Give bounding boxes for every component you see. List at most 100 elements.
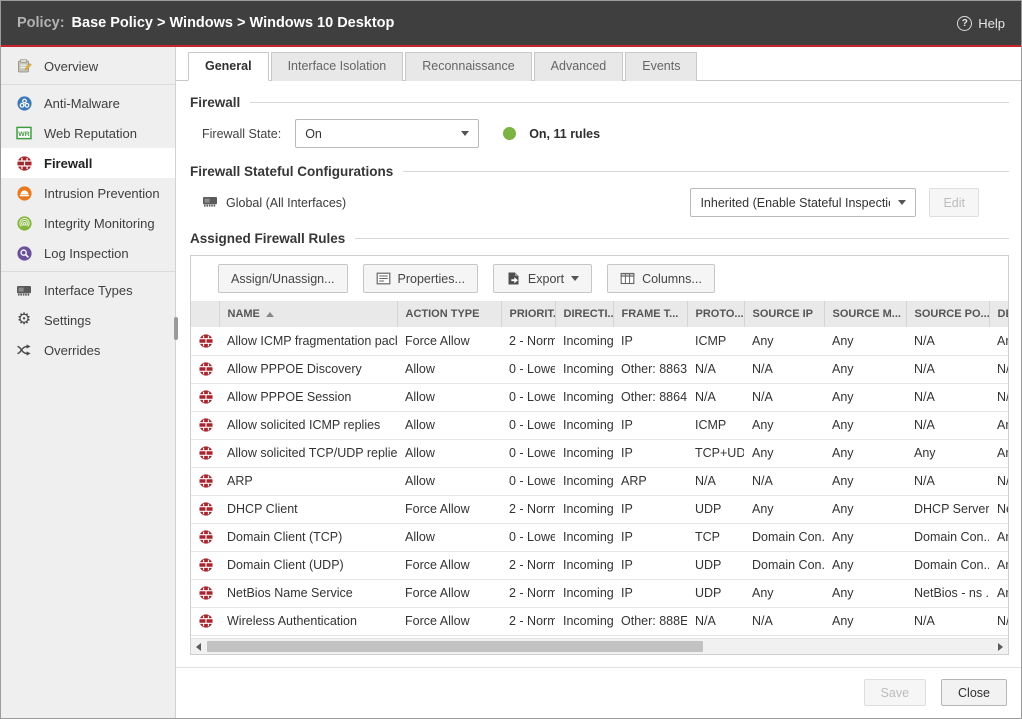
table-row[interactable]: Domain Client (TCP)Allow0 - LowestIncomi…	[191, 523, 1008, 551]
sidebar-resize-handle[interactable]	[174, 317, 178, 340]
col-action-type[interactable]: ACTION TYPE	[397, 301, 501, 327]
help-icon: ?	[957, 16, 972, 31]
col-protocol[interactable]: PROTO...	[687, 301, 744, 327]
help-label: Help	[978, 16, 1005, 31]
close-button[interactable]: Close	[941, 679, 1007, 706]
cell-protocol: TCP	[687, 523, 744, 551]
rules-table: NAME ACTION TYPE PRIORIT... DIRECTI... F…	[191, 301, 1008, 636]
scroll-left-button[interactable]	[191, 639, 206, 654]
section-rule	[355, 238, 1009, 239]
table-row[interactable]: DHCP ClientForce Allow2 - NormalIncoming…	[191, 495, 1008, 523]
col-direction[interactable]: DIRECTI...	[555, 301, 613, 327]
col-name[interactable]: NAME	[219, 301, 397, 327]
cell-protocol: N/A	[687, 355, 744, 383]
cell-direction: Incoming	[555, 579, 613, 607]
firewall-section-heading: Firewall	[190, 95, 1009, 110]
export-icon	[506, 271, 521, 286]
sidebar-item-integrity-monitoring[interactable]: Integrity Monitoring	[1, 208, 175, 238]
table-row[interactable]: Wireless AuthenticationForce Allow2 - No…	[191, 607, 1008, 635]
table-row[interactable]: NetBios Name ServiceForce Allow2 - Norma…	[191, 579, 1008, 607]
integrity-monitoring-icon	[15, 216, 33, 231]
tab-interface-isolation[interactable]: Interface Isolation	[271, 52, 404, 81]
tab-events[interactable]: Events	[625, 52, 697, 81]
cell-frame-type: Other: 8863	[613, 355, 687, 383]
table-row[interactable]: Domain Client (UDP)Force Allow2 - Normal…	[191, 551, 1008, 579]
stateful-config-select[interactable]: Inherited (Enable Stateful Inspection)	[690, 188, 916, 217]
cell-direction: Incoming	[555, 439, 613, 467]
sort-ascending-icon	[266, 312, 274, 317]
sidebar: Overview Anti-Malware Web Reputation Fir…	[1, 47, 176, 718]
tab-general[interactable]: General	[188, 52, 269, 81]
cell-direction: Incoming	[555, 551, 613, 579]
sidebar-item-settings[interactable]: ⚙ Settings	[1, 305, 175, 335]
export-button[interactable]: Export	[493, 264, 592, 293]
scroll-right-button[interactable]	[993, 639, 1008, 654]
cell-name: Domain Client (TCP)	[219, 523, 397, 551]
cell-action-type: Force Allow	[397, 607, 501, 635]
sidebar-item-overrides[interactable]: Overrides	[1, 335, 175, 365]
table-row[interactable]: Allow PPPOE SessionAllow0 - LowestIncomi…	[191, 383, 1008, 411]
sidebar-item-label: Intrusion Prevention	[44, 186, 160, 201]
cell-source-port: NetBios - ns ...	[906, 579, 989, 607]
rules-toolbar: Assign/Unassign... Properties... Export	[191, 256, 1008, 301]
horizontal-scrollbar[interactable]	[191, 638, 1008, 654]
sidebar-item-firewall[interactable]: Firewall	[1, 148, 175, 178]
tab-advanced[interactable]: Advanced	[534, 52, 624, 81]
chevron-down-icon	[571, 276, 579, 281]
edit-button[interactable]: Edit	[929, 188, 979, 217]
table-row[interactable]: Allow ICMP fragmentation pack...Force Al…	[191, 327, 1008, 355]
col-frame-type[interactable]: FRAME T...	[613, 301, 687, 327]
section-rule	[403, 171, 1009, 172]
sidebar-item-interface-types[interactable]: Interface Types	[1, 275, 175, 305]
col-source-ip[interactable]: SOURCE IP	[744, 301, 824, 327]
selected-value: Inherited (Enable Stateful Inspection)	[700, 196, 890, 210]
cell-destination: N/A	[989, 467, 1008, 495]
cell-destination: Any	[989, 411, 1008, 439]
stateful-section-heading: Firewall Stateful Configurations	[190, 164, 1009, 179]
cell-frame-type: IP	[613, 411, 687, 439]
cell-protocol: UDP	[687, 495, 744, 523]
log-inspection-icon	[15, 246, 33, 261]
table-row[interactable]: Allow solicited ICMP repliesAllow0 - Low…	[191, 411, 1008, 439]
tab-reconnaissance[interactable]: Reconnaissance	[405, 52, 531, 81]
scrollbar-thumb[interactable]	[207, 641, 703, 652]
sidebar-item-intrusion-prevention[interactable]: Intrusion Prevention	[1, 178, 175, 208]
cell-frame-type: IP	[613, 327, 687, 355]
table-row[interactable]: Allow solicited TCP/UDP repliesAllow0 - …	[191, 439, 1008, 467]
cell-source-port: Any	[906, 439, 989, 467]
cell-destination: N/A	[989, 355, 1008, 383]
firewall-rule-icon	[199, 390, 213, 404]
sidebar-item-overview[interactable]: Overview	[1, 51, 175, 81]
breadcrumb: Base Policy > Windows > Windows 10 Deskt…	[72, 15, 395, 31]
cell-source-ip: Domain Con...	[744, 551, 824, 579]
section-rule	[250, 102, 1009, 103]
columns-button[interactable]: Columns...	[607, 264, 715, 293]
sidebar-item-log-inspection[interactable]: Log Inspection	[1, 238, 175, 268]
sidebar-item-web-reputation[interactable]: Web Reputation	[1, 118, 175, 148]
cell-source-ip: Any	[744, 327, 824, 355]
stateful-controls: Inherited (Enable Stateful Inspection) E…	[690, 188, 979, 217]
table-row[interactable]: Allow PPPOE DiscoveryAllow0 - LowestInco…	[191, 355, 1008, 383]
table-row[interactable]: ARPAllow0 - LowestIncomingARPN/AN/AAnyN/…	[191, 467, 1008, 495]
col-source-mac[interactable]: SOURCE M...	[824, 301, 906, 327]
save-button[interactable]: Save	[864, 679, 927, 706]
help-button[interactable]: ? Help	[957, 16, 1005, 31]
cell-source-port: N/A	[906, 355, 989, 383]
scrollbar-track[interactable]	[206, 639, 993, 654]
col-destination[interactable]: DE	[989, 301, 1008, 327]
firewall-rule-icon	[199, 362, 213, 376]
sidebar-item-anti-malware[interactable]: Anti-Malware	[1, 88, 175, 118]
col-source-port[interactable]: SOURCE PO...	[906, 301, 989, 327]
firewall-state-select[interactable]: On	[295, 119, 479, 148]
col-priority[interactable]: PRIORIT...	[501, 301, 555, 327]
cell-protocol: ICMP	[687, 411, 744, 439]
cell-direction: Incoming	[555, 523, 613, 551]
cell-action-type: Force Allow	[397, 327, 501, 355]
assign-unassign-button[interactable]: Assign/Unassign...	[218, 264, 348, 293]
cell-priority: 0 - Lowest	[501, 467, 555, 495]
cell-destination: Any	[989, 327, 1008, 355]
cell-destination: Any	[989, 579, 1008, 607]
cell-source-ip: Any	[744, 411, 824, 439]
properties-button[interactable]: Properties...	[363, 264, 478, 293]
overview-icon	[15, 58, 33, 74]
